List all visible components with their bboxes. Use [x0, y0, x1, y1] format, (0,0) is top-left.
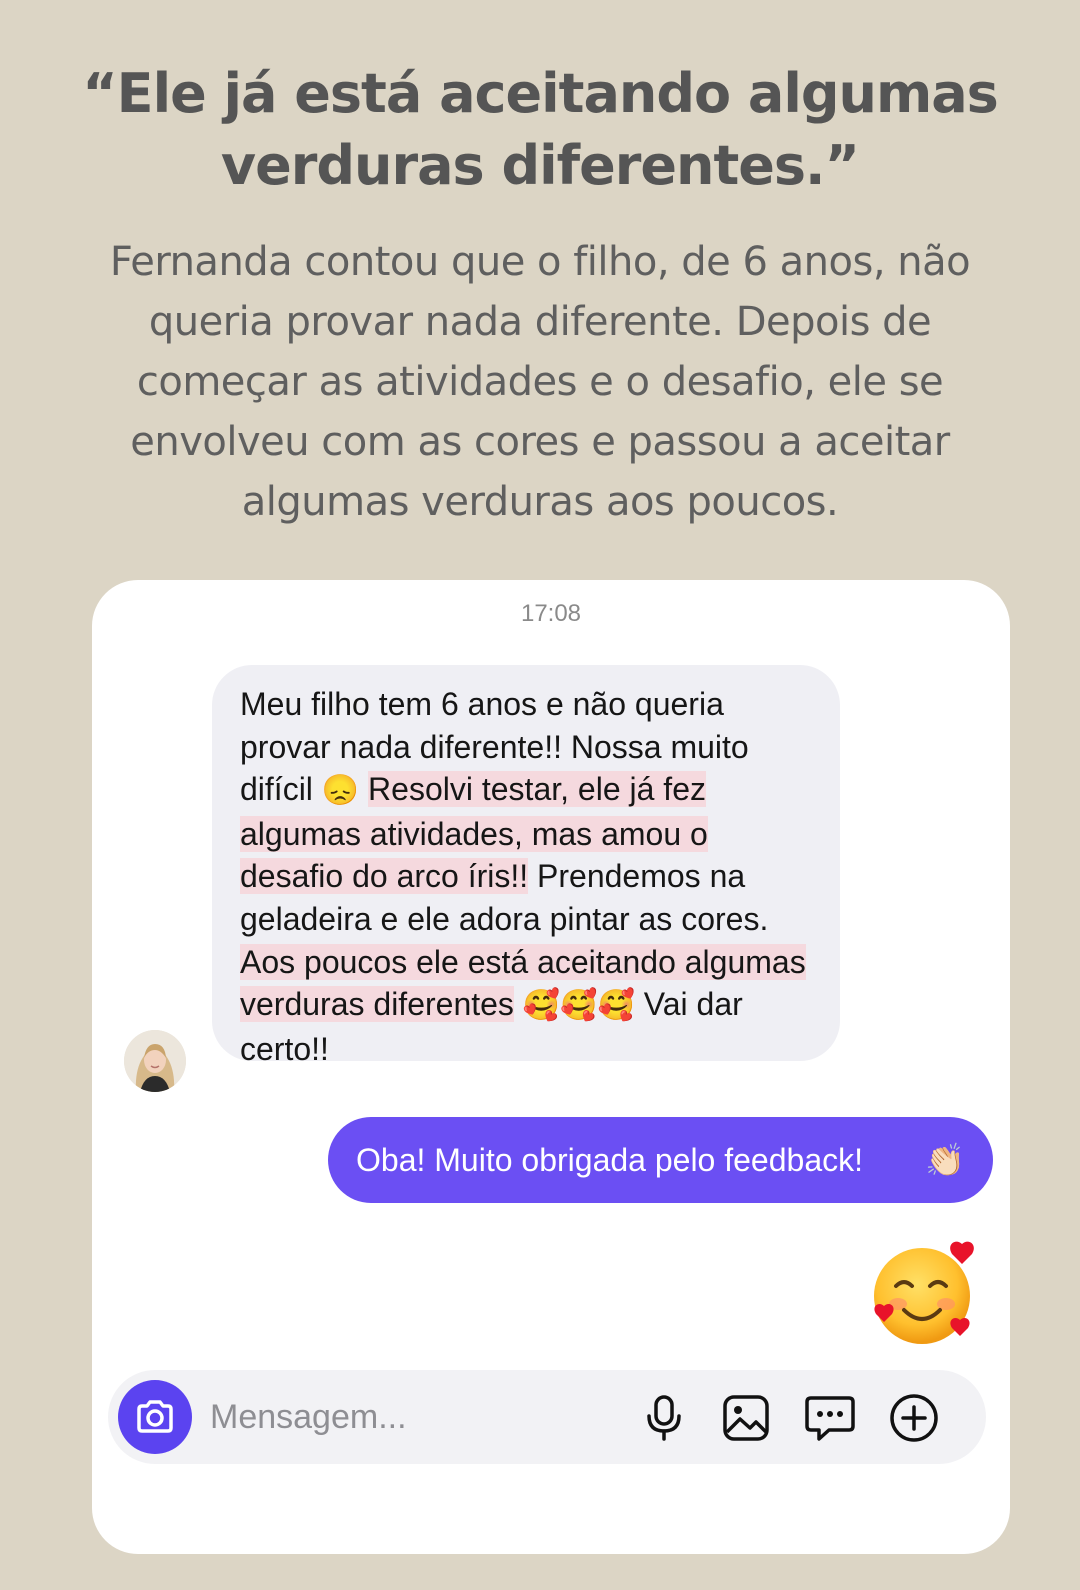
headline-line-1: “Ele já está aceitando algumas	[82, 62, 999, 125]
more-options-button[interactable]	[888, 1392, 940, 1444]
chat-screenshot-card: 17:08 Meu filho tem 6 anos e não queria …	[92, 580, 1010, 1554]
description-line: queria provar nada diferente. Depois de	[148, 299, 932, 345]
image-icon	[723, 1395, 769, 1441]
chat-bubble-icon	[805, 1396, 855, 1441]
story-description: Fernanda contou que o filho, de 6 anos, …	[80, 232, 1000, 532]
message-text: geladeira e ele adora pintar as cores.	[240, 900, 769, 937]
message-composer	[108, 1370, 986, 1464]
smiling-face-with-hearts-icon: 🥰🥰🥰	[522, 989, 635, 1023]
smiling-face-with-hearts-icon[interactable]	[870, 1240, 980, 1350]
message-text: difícil	[240, 771, 313, 808]
message-text: Vai dar	[634, 986, 743, 1023]
avatar[interactable]	[124, 1030, 186, 1092]
description-line: começar as atividades e o desafio, ele s…	[136, 359, 944, 405]
highlighted-text: verduras diferentes	[240, 986, 514, 1023]
highlighted-text: desafio do arco íris!!	[240, 858, 529, 895]
clapping-hands-icon: 👏🏻	[925, 1142, 965, 1178]
incoming-message-bubble[interactable]: Meu filho tem 6 anos e não queria provar…	[212, 665, 840, 1067]
message-text: Prendemos na	[528, 858, 746, 895]
gallery-button[interactable]	[720, 1392, 772, 1444]
message-input[interactable]	[210, 1392, 570, 1442]
description-line: algumas verduras aos poucos.	[241, 479, 839, 525]
headline-line-2: verduras diferentes.”	[220, 134, 860, 197]
message-timestamp: 17:08	[520, 600, 582, 627]
quote-headline: “Ele já está aceitando algumas verduras …	[40, 58, 1040, 202]
camera-button[interactable]	[118, 1380, 192, 1454]
microphone-button[interactable]	[638, 1392, 690, 1444]
outgoing-message-bubble[interactable]: Oba! Muito obrigada pelo feedback! 👏🏻	[328, 1117, 993, 1203]
disappointed-face-icon: 😞	[321, 774, 360, 808]
highlighted-text: Resolvi testar, ele já fez	[368, 771, 706, 808]
message-text: Oba! Muito obrigada pelo feedback!	[356, 1141, 863, 1178]
message-text: Meu filho tem 6 anos e não queria	[240, 686, 724, 722]
highlighted-text: Aos poucos ele está aceitando algumas	[240, 943, 806, 980]
description-line: Fernanda contou que o filho, de 6 anos, …	[109, 239, 971, 285]
plus-circle-icon	[890, 1394, 938, 1442]
description-line: envolveu com as cores e passou a aceitar	[130, 419, 950, 465]
message-text: provar nada diferente!! Nossa muito	[240, 728, 749, 765]
highlighted-text: algumas atividades, mas amou o	[240, 815, 708, 852]
microphone-icon	[647, 1395, 681, 1441]
message-text: certo!!	[240, 1030, 329, 1067]
camera-icon	[137, 1400, 173, 1433]
avatar-photo-icon	[124, 1030, 186, 1092]
sticker-button[interactable]	[804, 1392, 856, 1444]
